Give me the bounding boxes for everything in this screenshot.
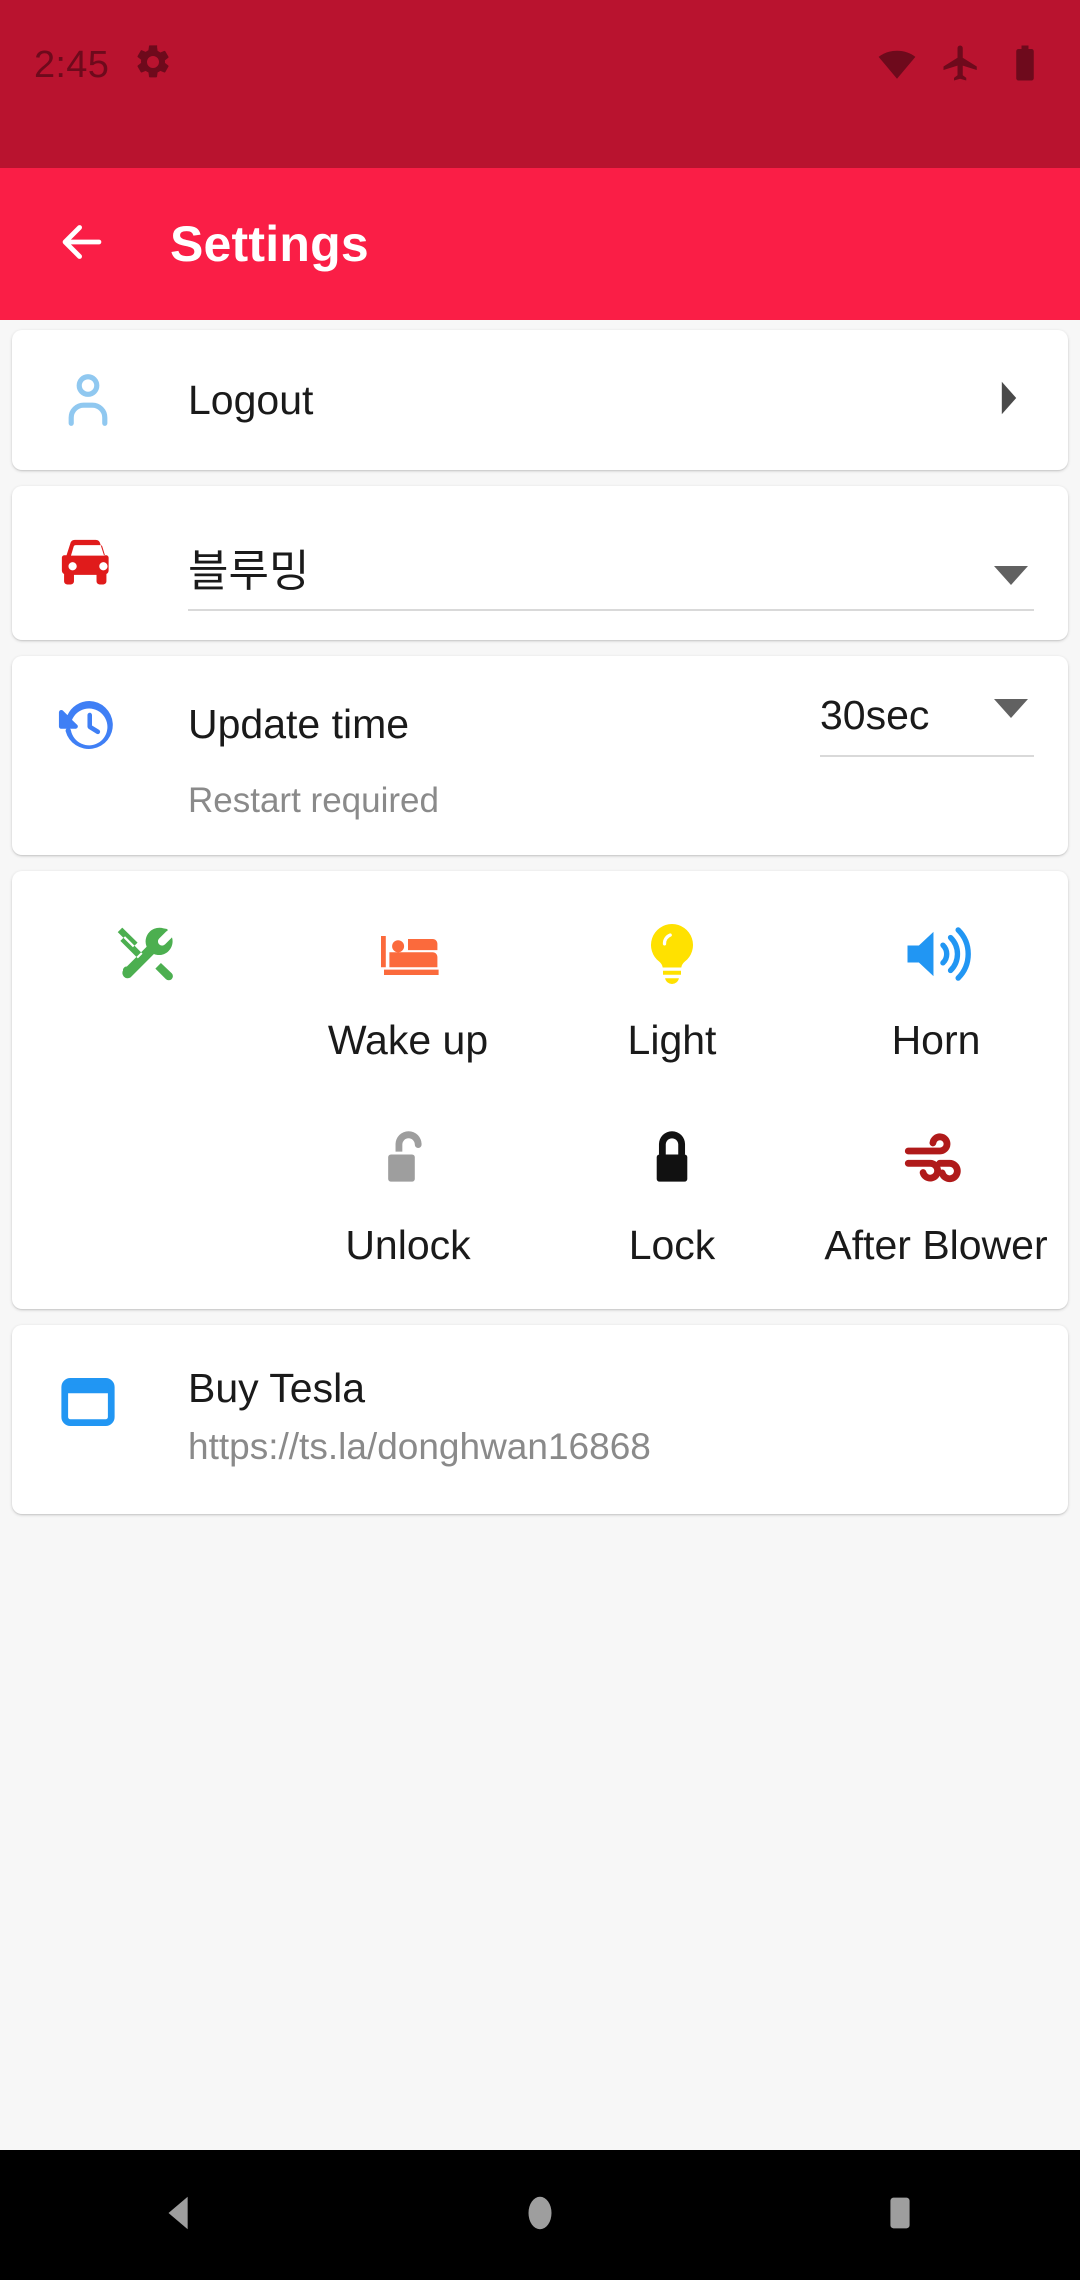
- nav-back-button[interactable]: [110, 2150, 250, 2280]
- card-update-time: Update time 30sec Restart required: [12, 656, 1068, 855]
- lock-open-icon: [374, 1116, 442, 1202]
- vehicle-row: 블루밍: [12, 486, 1068, 640]
- lightbulb-icon: [636, 911, 708, 997]
- update-time-select[interactable]: 30sec: [820, 692, 1034, 757]
- buy-tesla-text: Buy Tesla https://ts.la/donghwan16868: [188, 1365, 651, 1468]
- action-after-blower[interactable]: After Blower: [804, 1102, 1068, 1269]
- nav-home-circle-icon: [517, 2190, 563, 2241]
- update-time-main: Update time 30sec: [46, 692, 1034, 757]
- action-empty: [12, 1102, 276, 1260]
- card-logout: Logout: [12, 330, 1068, 470]
- arrow-left-icon: [53, 213, 111, 276]
- app-bar: Settings: [0, 168, 1080, 320]
- history-restore-icon: [46, 693, 130, 757]
- phone-screen: 2:45 Settings Logout 블루밍 Update time 30s…: [0, 0, 1080, 2280]
- triangle-down-icon: [994, 566, 1028, 585]
- nav-recents-square-icon: [877, 2190, 923, 2241]
- battery-full-icon: [1004, 42, 1046, 89]
- buy-tesla-title: Buy Tesla: [188, 1365, 366, 1411]
- action-service[interactable]: [12, 897, 276, 1055]
- nav-back-triangle-icon: [157, 2190, 203, 2241]
- action-horn[interactable]: Horn: [804, 897, 1068, 1064]
- buy-tesla-url: https://ts.la/donghwan16868: [188, 1426, 651, 1467]
- tools-service-icon: [109, 911, 179, 997]
- status-bar: 2:45: [0, 0, 1080, 168]
- wifi-icon: [876, 42, 918, 89]
- action-lock[interactable]: Lock: [540, 1102, 804, 1269]
- vehicle-selected-value: 블루밍: [188, 547, 310, 596]
- status-bar-left: 2:45: [34, 42, 173, 87]
- airplane-mode-icon: [940, 42, 982, 89]
- vehicle-select[interactable]: 블루밍: [188, 515, 1034, 611]
- car-icon: [46, 530, 130, 596]
- gear-icon: [133, 42, 173, 87]
- back-button[interactable]: [46, 208, 118, 280]
- action-wake-up[interactable]: Wake up: [276, 897, 540, 1064]
- logout-row[interactable]: Logout: [12, 330, 1068, 470]
- card-actions: Wake up Light Horn Unlock Lock After Blo…: [12, 871, 1068, 1309]
- nav-home-button[interactable]: [470, 2150, 610, 2280]
- card-buy-tesla: Buy Tesla https://ts.la/donghwan16868: [12, 1325, 1068, 1514]
- action-wake-up-label: Wake up: [327, 1017, 489, 1063]
- update-time-value: 30sec: [820, 692, 930, 738]
- android-nav-bar: [0, 2150, 1080, 2280]
- lock-closed-icon: [638, 1116, 706, 1202]
- action-lock-label: Lock: [628, 1222, 716, 1268]
- action-unlock-label: Unlock: [345, 1222, 471, 1268]
- action-light-label: Light: [627, 1017, 717, 1063]
- triangle-down-icon: [994, 699, 1028, 718]
- nav-recents-button[interactable]: [830, 2150, 970, 2280]
- update-time-note: Restart required: [188, 781, 439, 820]
- page-title: Settings: [170, 216, 369, 272]
- person-icon: [46, 369, 130, 431]
- settings-content: Logout 블루밍 Update time 30sec Restart req…: [0, 320, 1080, 2150]
- update-time-label: Update time: [188, 701, 410, 747]
- action-horn-label: Horn: [891, 1017, 981, 1063]
- card-vehicle: 블루밍: [12, 486, 1068, 640]
- wind-air-icon: [899, 1116, 973, 1202]
- logout-label: Logout: [188, 376, 314, 423]
- buy-tesla-row[interactable]: Buy Tesla https://ts.la/donghwan16868: [12, 1325, 1068, 1514]
- bed-icon: [372, 911, 444, 997]
- action-after-blower-label: After Blower: [824, 1222, 1048, 1268]
- actions-row-2: Unlock Lock After Blower: [12, 1102, 1068, 1269]
- chevron-right-icon: [994, 380, 1024, 421]
- actions-row-1: Wake up Light Horn: [12, 897, 1068, 1064]
- browser-window-icon: [46, 1365, 130, 1433]
- action-light[interactable]: Light: [540, 897, 804, 1064]
- status-bar-right: [876, 42, 1046, 89]
- volume-speaker-icon: [898, 911, 974, 997]
- action-unlock[interactable]: Unlock: [276, 1102, 540, 1269]
- update-time-row: Update time 30sec Restart required: [12, 656, 1068, 855]
- status-clock: 2:45: [34, 43, 110, 86]
